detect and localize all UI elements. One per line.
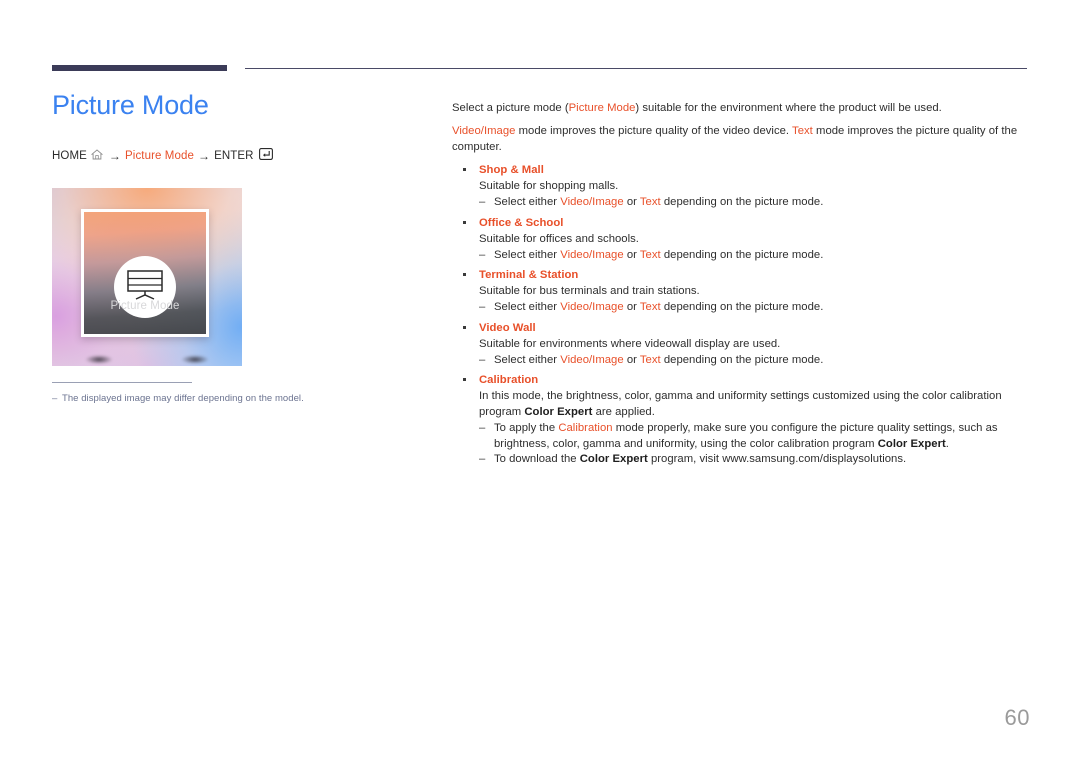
- breadcrumb-arrow-1: →: [108, 148, 122, 163]
- home-icon: [90, 148, 104, 163]
- mode-name: Office & School: [479, 216, 564, 229]
- enter-key-icon: [258, 148, 273, 163]
- calibration-desc-bold: Color Expert: [524, 406, 593, 418]
- note-dash: –: [52, 393, 58, 404]
- list-item: Office & School Suitable for offices and…: [452, 215, 1027, 264]
- mode-sub-item: Select either Video/Image or Text depend…: [479, 300, 1027, 316]
- list-item: Terminal & Station Suitable for bus term…: [452, 267, 1027, 316]
- sub-text: Text: [639, 248, 661, 261]
- list-item: Calibration In this mode, the brightness…: [452, 372, 1027, 468]
- sub-text: Text: [639, 301, 661, 313]
- calib-sub1-c: .: [945, 437, 949, 450]
- mode-sub-list: Select either Video/Image or Text depend…: [479, 300, 1027, 316]
- mode-sub-list: Select either Video/Image or Text depend…: [479, 195, 1027, 211]
- header-rules: [0, 0, 1080, 80]
- display-panel-mockup: Picture Mode: [81, 209, 209, 337]
- calib-sub2-b: program, visit www.samsung.com/displayso…: [647, 453, 907, 465]
- mode-sub-list: To apply the Calibration mode properly, …: [479, 421, 1027, 468]
- header-thin-rule: [245, 68, 1027, 69]
- mode-sub-list: Select either Video/Image or Text depend…: [479, 248, 1027, 264]
- calibration-desc-b: are applied.: [592, 406, 655, 418]
- calib-sub2-a: To download the: [494, 453, 580, 465]
- sub-text: Text: [639, 196, 661, 208]
- page-number: 60: [1004, 705, 1030, 730]
- product-figure: Picture Mode: [52, 188, 242, 366]
- stand-shadow-right: [178, 354, 212, 365]
- calib-sub1-highlight: Calibration: [558, 422, 613, 434]
- sub-video-image: Video/Image: [560, 301, 624, 313]
- mode-name: Video Wall: [479, 321, 536, 334]
- calib-sub2-bold: Color Expert: [579, 453, 648, 465]
- intro-p1-part-a: Select a picture mode (: [452, 102, 569, 114]
- sub-video-image: Video/Image: [560, 196, 624, 208]
- intro-p2-highlight-2: Text: [792, 125, 813, 137]
- intro-paragraph-1: Select a picture mode (Picture Mode) sui…: [452, 100, 1027, 116]
- mode-name: Terminal & Station: [479, 269, 579, 281]
- mode-sub-item: To download the Color Expert program, vi…: [479, 452, 1027, 468]
- intro-paragraph-2: Video/Image mode improves the picture qu…: [452, 123, 1027, 155]
- sub-or: or: [623, 248, 640, 261]
- breadcrumb: HOME → Picture Mode → ENTER: [52, 148, 412, 163]
- sub-prefix: Select either: [494, 196, 561, 208]
- picture-mode-list: Shop & Mall Suitable for shopping malls.…: [452, 162, 1027, 468]
- breadcrumb-menu-label[interactable]: Picture Mode: [125, 150, 194, 162]
- mode-sub-item: Select either Video/Image or Text depend…: [479, 248, 1027, 264]
- calib-sub1-a: To apply the: [494, 422, 559, 434]
- figure-caption: Picture Mode: [110, 300, 180, 312]
- list-item: Video Wall Suitable for environments whe…: [452, 320, 1027, 369]
- mode-description: Suitable for environments where videowal…: [479, 337, 781, 350]
- mode-sub-list: Select either Video/Image or Text depend…: [479, 353, 1027, 369]
- note-line: – The displayed image may differ dependi…: [52, 392, 352, 405]
- mode-name: Calibration: [479, 374, 539, 386]
- sub-suffix: depending on the picture mode.: [660, 196, 824, 208]
- sub-video-image: Video/Image: [560, 353, 624, 366]
- intro-p1-part-b: ) suitable for the environment where the…: [635, 102, 942, 114]
- calib-sub1-bold: Color Expert: [877, 437, 946, 450]
- mode-sub-item: To apply the Calibration mode properly, …: [479, 421, 1027, 452]
- sub-text: Text: [639, 353, 661, 366]
- note-text: The displayed image may differ depending…: [62, 393, 304, 404]
- stand-shadow-left: [82, 354, 116, 365]
- breadcrumb-enter-label: ENTER: [214, 149, 254, 162]
- breadcrumb-arrow-2: →: [197, 148, 211, 163]
- left-column: Picture Mode HOME → Picture Mode → ENTER: [52, 88, 412, 163]
- mode-sub-item: Select either Video/Image or Text depend…: [479, 353, 1027, 369]
- right-column: Select a picture mode (Picture Mode) sui…: [452, 100, 1027, 472]
- mode-description: Suitable for offices and schools.: [479, 232, 639, 245]
- sub-or: or: [623, 301, 640, 313]
- intro-p2-highlight-1: Video/Image: [452, 125, 516, 137]
- intro-p2-part-a: mode improves the picture quality of the…: [515, 125, 793, 137]
- mode-sub-item: Select either Video/Image or Text depend…: [479, 195, 1027, 211]
- note-divider: [52, 382, 192, 383]
- page-title: Picture Mode: [52, 90, 209, 120]
- header-thick-rule: [52, 65, 227, 71]
- figure-note: – The displayed image may differ dependi…: [52, 382, 352, 405]
- sub-or: or: [623, 353, 640, 366]
- sub-video-image: Video/Image: [560, 248, 624, 261]
- sub-prefix: Select either: [494, 248, 561, 261]
- sub-suffix: depending on the picture mode.: [660, 248, 824, 261]
- sub-or: or: [623, 196, 640, 208]
- mode-name: Shop & Mall: [479, 164, 544, 176]
- figure-stand-shadows: [52, 351, 242, 365]
- list-item: Shop & Mall Suitable for shopping malls.…: [452, 162, 1027, 211]
- mode-description: In this mode, the brightness, color, gam…: [479, 388, 1027, 420]
- intro-p1-highlight: Picture Mode: [568, 102, 636, 114]
- sub-suffix: depending on the picture mode.: [660, 353, 824, 366]
- sub-prefix: Select either: [494, 353, 561, 366]
- mode-description: Suitable for shopping malls.: [479, 180, 619, 192]
- mode-description: Suitable for bus terminals and train sta…: [479, 285, 700, 297]
- sub-suffix: depending on the picture mode.: [660, 301, 824, 313]
- sub-prefix: Select either: [494, 301, 561, 313]
- breadcrumb-home-label: HOME: [52, 149, 87, 162]
